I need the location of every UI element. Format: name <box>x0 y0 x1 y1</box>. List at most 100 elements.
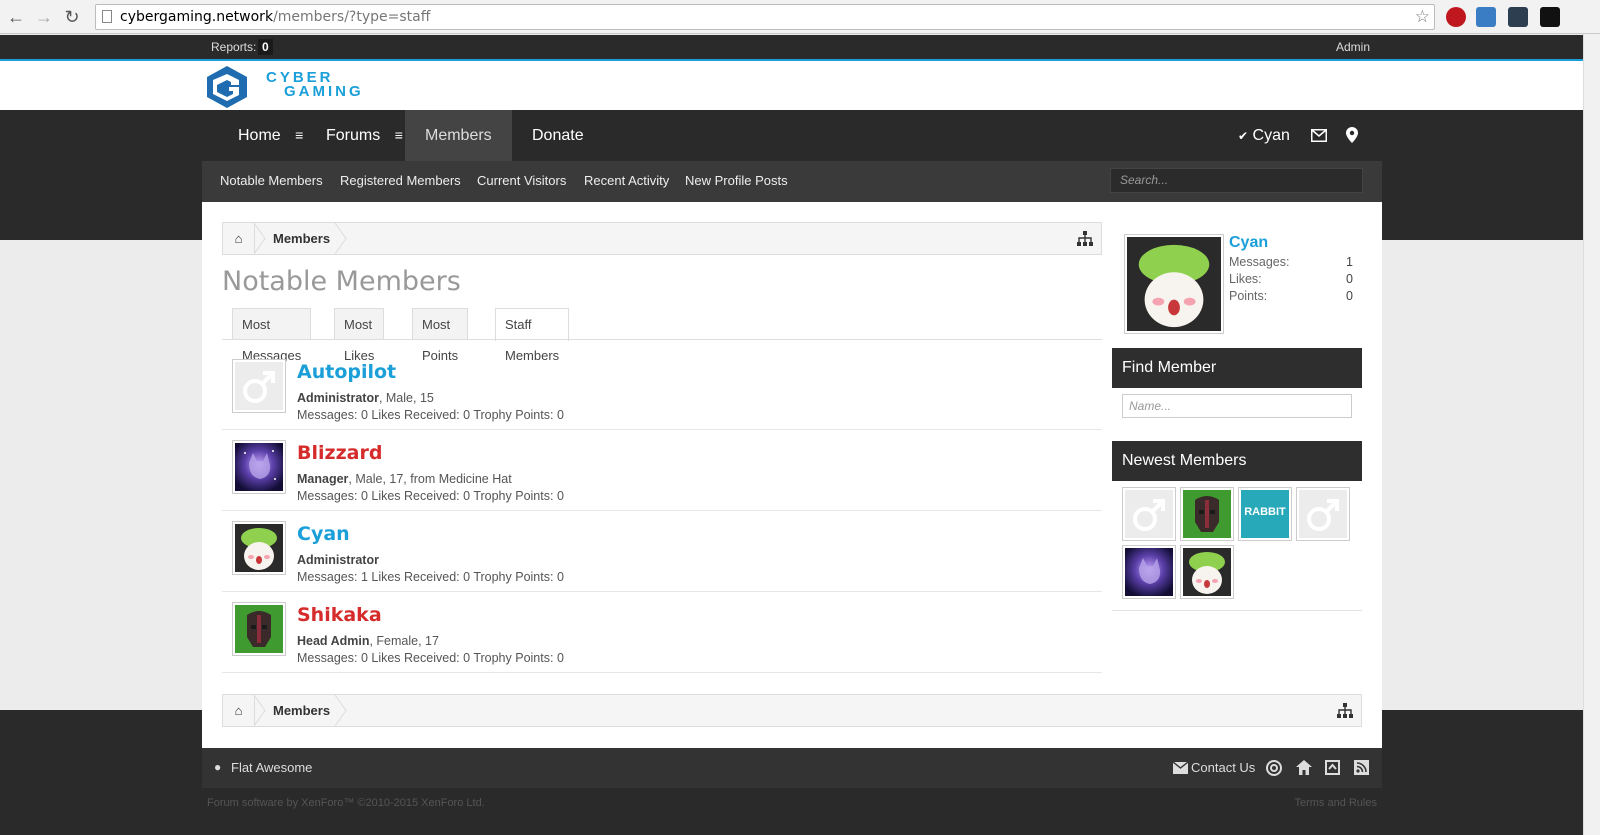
newest-member-avatar[interactable] <box>1122 545 1176 599</box>
stat-label-likes: Likes Received: <box>371 570 460 584</box>
tab-most-points[interactable]: Most Points <box>412 308 469 363</box>
url-path: /members/?type=staff <box>273 9 431 25</box>
logo-line-2: GAMING <box>284 83 364 100</box>
tab-donate-label: Donate <box>532 127 584 144</box>
user-menu[interactable]: ✔ Cyan <box>1238 110 1290 161</box>
subnav-recent-activity[interactable]: Recent Activity <box>584 173 669 188</box>
search-input[interactable]: Search... <box>1110 168 1363 193</box>
default-avatar-male-icon <box>1125 490 1173 538</box>
tab-most-messages[interactable]: Most Messages <box>232 308 312 363</box>
stat-label-points: Trophy Points: <box>473 489 554 503</box>
tab-forums-label: Forums <box>326 127 381 144</box>
member-name[interactable]: Shikaka <box>297 604 382 626</box>
member-name[interactable]: Blizzard <box>297 442 382 464</box>
stat-points: 0 <box>556 408 564 422</box>
extension-steam-icon[interactable] <box>1540 7 1560 27</box>
member-avatar[interactable] <box>232 359 286 413</box>
stat-likes: 0 <box>463 651 471 665</box>
find-member-input[interactable]: Name... <box>1122 394 1352 418</box>
page-scrollbar[interactable] <box>1583 34 1600 835</box>
newest-member-avatar[interactable] <box>1296 487 1350 541</box>
admin-link[interactable]: Admin <box>1336 40 1370 54</box>
location-pin-icon[interactable] <box>1346 127 1358 143</box>
footer-legal: Forum software by XenForo™ ©2010-2015 Xe… <box>202 788 1382 823</box>
tab-members[interactable]: Members <box>405 110 512 161</box>
sitemap-icon[interactable] <box>1077 231 1093 247</box>
sitemap-icon[interactable] <box>1337 703 1353 719</box>
member-avatar[interactable] <box>232 521 286 575</box>
reload-icon[interactable]: ↻ <box>60 5 84 29</box>
visitor-avatar[interactable] <box>1124 234 1224 334</box>
home-icon[interactable] <box>1296 760 1312 775</box>
breadcrumb-separator <box>335 695 347 726</box>
member-details: , Male, 15 <box>378 391 434 405</box>
extension-translate-icon[interactable] <box>1476 7 1496 27</box>
spartan-helmet-avatar-icon <box>235 605 283 653</box>
sidebar-divider <box>1112 610 1362 611</box>
stat-label-points: Trophy Points: <box>473 408 554 422</box>
visitor-panel: Cyan Messages: 1 Likes: 0 Points: 0 <box>1114 222 1363 334</box>
home-icon[interactable]: ⌂ <box>223 223 255 254</box>
back-to-top-icon[interactable] <box>1325 760 1340 775</box>
subnav-notable-members[interactable]: Notable Members <box>220 173 323 188</box>
address-bar[interactable]: cybergaming.network/members/?type=staff … <box>95 4 1435 30</box>
extension-stop-icon[interactable] <box>1446 7 1466 27</box>
stat-label-points: Trophy Points: <box>473 651 554 665</box>
visitor-name[interactable]: Cyan <box>1229 234 1268 252</box>
tab-staff-members[interactable]: Staff Members <box>495 308 570 363</box>
terms-link[interactable]: Terms and Rules <box>1294 797 1377 809</box>
home-icon[interactable]: ⌂ <box>223 695 255 726</box>
stat-label-messages: Messages: <box>297 489 358 503</box>
member-details: , Female, 17 <box>369 634 439 648</box>
style-chooser-link[interactable]: Flat Awesome <box>231 760 312 775</box>
envelope-icon[interactable] <box>1311 129 1327 142</box>
member-row: Cyan Administrator Messages: 1 Likes Rec… <box>222 511 1102 592</box>
stat-label-likes: Likes Received: <box>371 489 460 503</box>
logo-text[interactable]: CYBER GAMING <box>266 70 364 100</box>
member-stats: Messages: 0 Likes Received: 0 Trophy Poi… <box>297 489 564 503</box>
newest-member-avatar[interactable] <box>1180 545 1234 599</box>
main-nav: Home ≡ Forums ≡ Members Donate ✔ Cyan <box>0 110 1583 161</box>
extension-power-icon[interactable] <box>1508 7 1528 27</box>
member-avatar[interactable] <box>232 440 286 494</box>
breadcrumb-bottom: ⌂ Members <box>222 694 1362 727</box>
newest-member-avatar[interactable]: RABBIT <box>1238 487 1292 541</box>
help-lifebuoy-icon[interactable] <box>1266 760 1282 776</box>
member-avatar[interactable] <box>232 602 286 656</box>
subnav-current-visitors[interactable]: Current Visitors <box>477 173 566 188</box>
tab-members-label: Members <box>425 127 492 144</box>
newest-member-avatar[interactable] <box>1122 487 1176 541</box>
member-info: Administrator, Male, 15 <box>297 391 434 405</box>
forward-icon[interactable]: → <box>32 5 56 29</box>
tab-most-likes[interactable]: Most Likes <box>334 308 385 363</box>
user-menu-label: Cyan <box>1252 127 1290 144</box>
breadcrumb-members[interactable]: Members <box>273 695 330 726</box>
member-name[interactable]: Autopilot <box>297 361 396 383</box>
logo-icon[interactable] <box>205 65 249 109</box>
footer: ● Flat Awesome Contact Us <box>202 748 1382 788</box>
contact-us-link[interactable]: Contact Us <box>1191 760 1255 775</box>
home-menu-icon[interactable]: ≡ <box>295 127 303 143</box>
member-row: Blizzard Manager, Male, 17, from Medicin… <box>222 430 1102 511</box>
galaxy-cat-avatar-icon <box>235 443 283 491</box>
chevron-down-icon: ✔ <box>1238 129 1249 143</box>
stat-label-points: Trophy Points: <box>473 570 554 584</box>
member-stats: Messages: 0 Likes Received: 0 Trophy Poi… <box>297 651 564 665</box>
member-name[interactable]: Cyan <box>297 523 350 545</box>
member-role: Administrator <box>297 391 379 405</box>
breadcrumb-members[interactable]: Members <box>273 223 330 254</box>
browser-toolbar: ← → ↻ cybergaming.network/members/?type=… <box>0 0 1600 34</box>
forums-menu-icon[interactable]: ≡ <box>395 127 403 143</box>
subnav-registered-members[interactable]: Registered Members <box>340 173 461 188</box>
stat-likes: 0 <box>463 570 471 584</box>
reports-label[interactable]: Reports: <box>211 40 256 54</box>
rss-icon[interactable] <box>1354 760 1369 775</box>
member-info: Administrator <box>297 553 379 567</box>
tab-donate[interactable]: Donate <box>512 110 604 161</box>
back-icon[interactable]: ← <box>4 5 28 29</box>
bookmark-star-icon[interactable]: ☆ <box>1415 5 1430 29</box>
copyright-link[interactable]: Forum software by XenForo™ ©2010-2015 Xe… <box>207 797 485 809</box>
stat-label-messages: Messages: <box>297 570 358 584</box>
subnav-new-profile-posts[interactable]: New Profile Posts <box>685 173 788 188</box>
newest-member-avatar[interactable] <box>1180 487 1234 541</box>
